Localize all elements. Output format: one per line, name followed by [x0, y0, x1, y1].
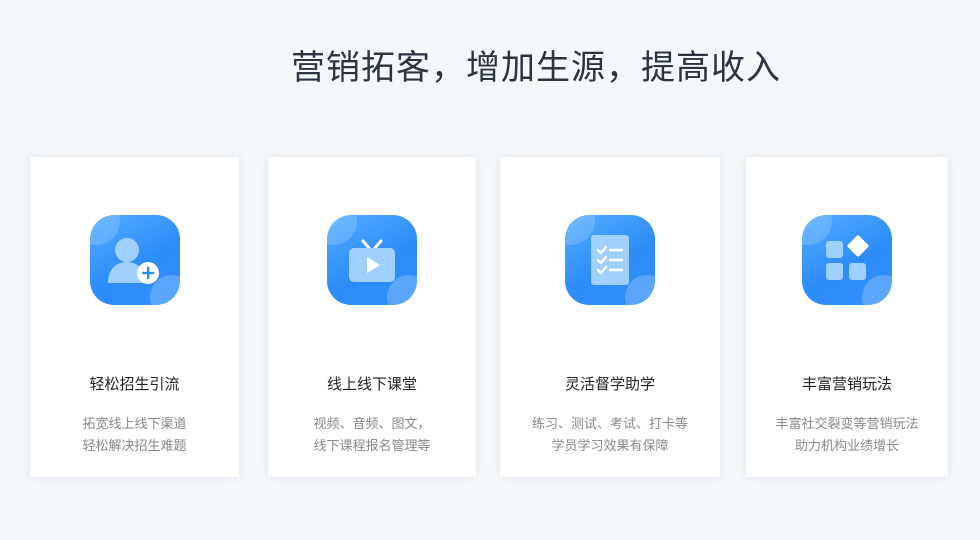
apps-grid-icon [826, 235, 869, 280]
apps-grid-icon-tile [802, 215, 892, 305]
checklist-icon [591, 235, 629, 285]
add-user-icon-tile [89, 215, 180, 305]
card-description: 练习、测试、考试、打卡等 学员学习效果有保障 [500, 414, 720, 458]
card-title: 灵活督学助学 [564, 375, 655, 393]
card-title: 丰富营销玩法 [801, 375, 892, 393]
card-description: 丰富社交裂变等营销玩法 助力机构业绩增长 [746, 414, 948, 458]
tv-play-icon-tile [327, 215, 417, 305]
feature-card-marketing: 丰富营销玩法 丰富社交裂变等营销玩法 助力机构业绩增长 [746, 157, 948, 477]
card-description: 视频、音频、图文， 线下课程报名管理等 [268, 414, 476, 458]
card-desc-line: 丰富社交裂变等营销玩法 [775, 417, 919, 432]
card-desc-line: 线下课程报名管理等 [313, 439, 431, 454]
card-desc-line: 视频、音频、图文， [313, 417, 431, 432]
tv-play-icon [349, 239, 395, 282]
card-title: 轻松招生引流 [89, 375, 180, 393]
card-title: 线上线下课堂 [326, 375, 417, 393]
card-desc-line: 助力机构业绩增长 [794, 439, 899, 454]
checklist-icon-tile [565, 215, 655, 305]
card-desc-line: 学员学习效果有保障 [551, 439, 669, 454]
card-description: 拓宽线上线下渠道 轻松解决招生难题 [30, 414, 239, 458]
feature-card-supervision: 灵活督学助学 练习、测试、考试、打卡等 学员学习效果有保障 [500, 157, 720, 477]
card-desc-line: 轻松解决招生难题 [82, 439, 187, 454]
card-desc-line: 拓宽线上线下渠道 [82, 417, 187, 432]
feature-card-enrollment: 轻松招生引流 拓宽线上线下渠道 轻松解决招生难题 [30, 157, 239, 477]
page-headline: 营销拓客，增加生源，提高收入 [291, 48, 781, 88]
card-desc-line: 练习、测试、考试、打卡等 [531, 417, 688, 432]
add-user-icon [107, 238, 159, 284]
feature-card-classroom: 线上线下课堂 视频、音频、图文， 线下课程报名管理等 [268, 157, 476, 477]
